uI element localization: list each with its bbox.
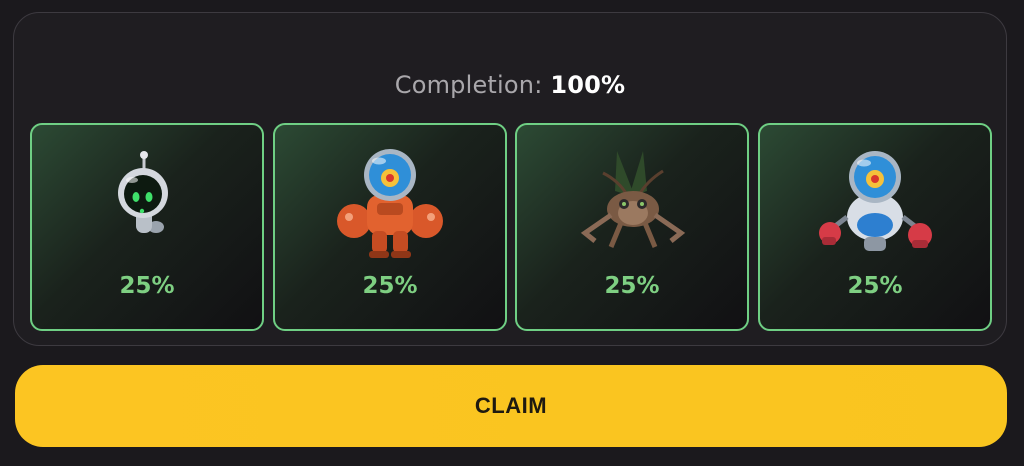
robot-card-3[interactable]: 25% xyxy=(515,123,749,331)
card-percent: 25% xyxy=(119,273,175,299)
small-drone-robot-icon xyxy=(118,151,168,233)
card-percent: 25% xyxy=(847,273,903,299)
boxer-robot-icon xyxy=(819,151,932,251)
robot-cards: 25% 25% 25% 25% xyxy=(30,123,992,331)
orange-mech-robot-icon xyxy=(337,149,443,258)
completion-status: Completion: 100% xyxy=(14,71,1006,99)
card-percent: 25% xyxy=(362,273,418,299)
card-percent: 25% xyxy=(604,273,660,299)
completion-value: 100% xyxy=(550,71,626,99)
completion-label: Completion: xyxy=(394,71,551,99)
robot-card-1[interactable]: 25% xyxy=(30,123,264,331)
mechanical-bug-robot-icon xyxy=(580,151,686,248)
claim-button-label: CLAIM xyxy=(474,393,548,418)
robot-card-4[interactable]: 25% xyxy=(758,123,992,331)
claim-button[interactable]: CLAIM xyxy=(15,365,1007,447)
robot-card-2[interactable]: 25% xyxy=(273,123,507,331)
